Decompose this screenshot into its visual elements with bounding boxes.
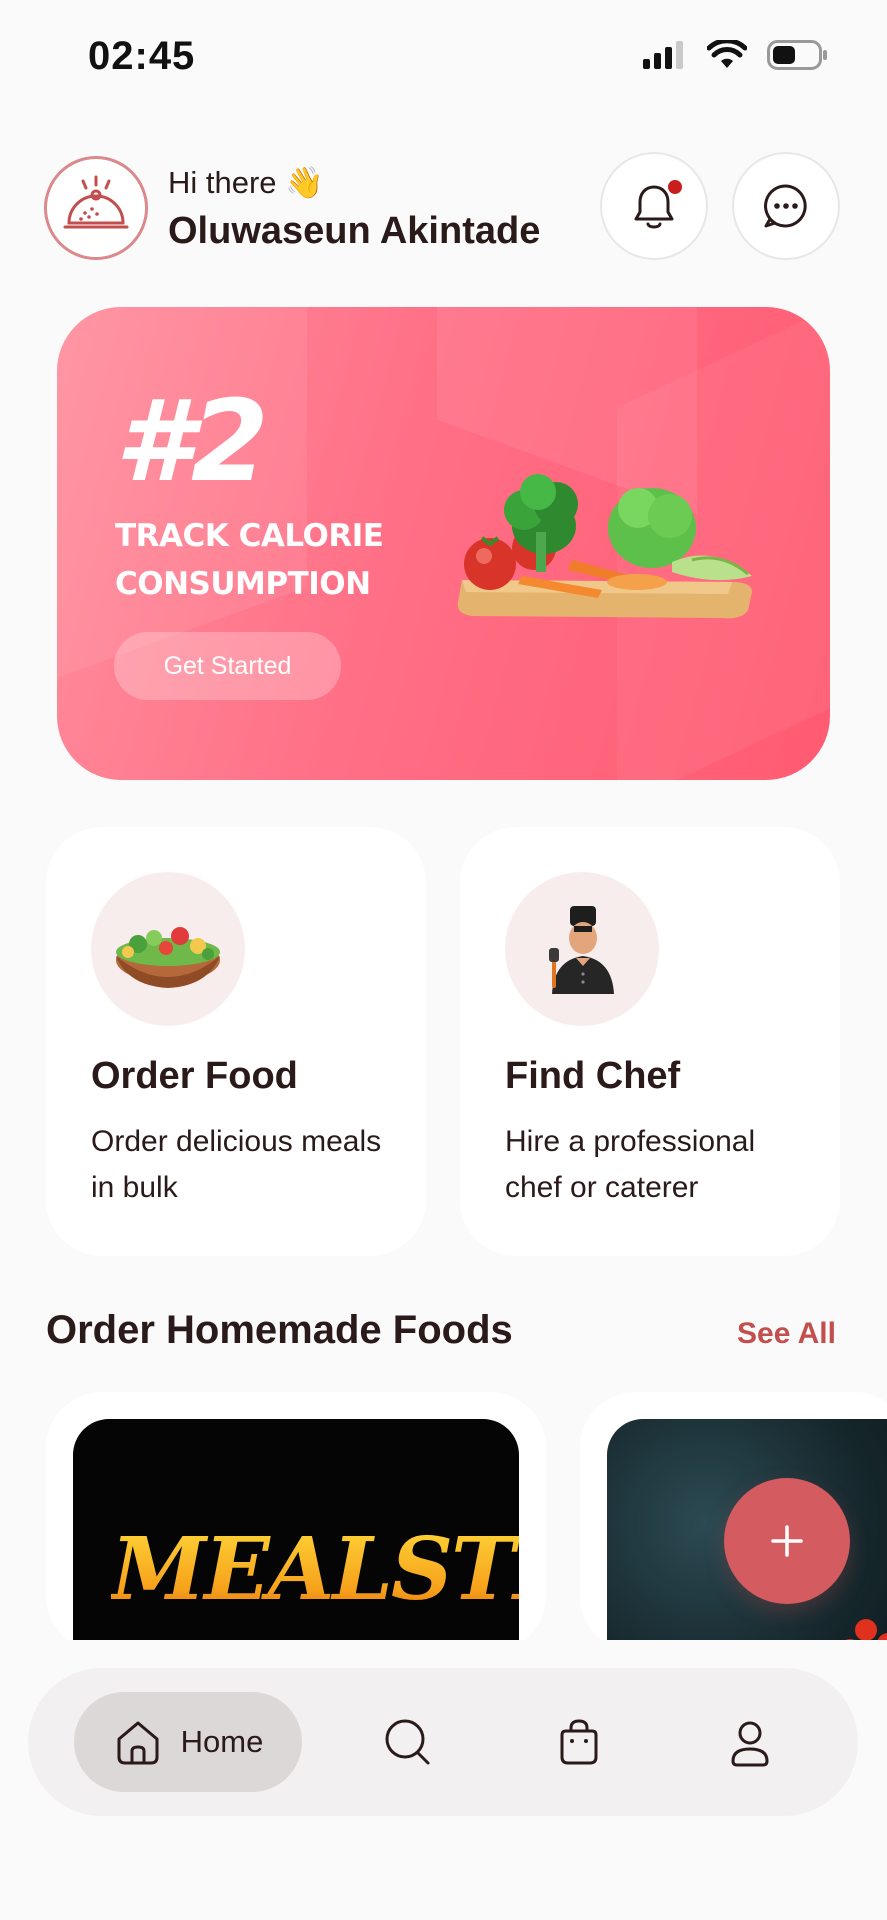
find-chef-card[interactable]: Find Chef Hire a professional chef or ca…: [460, 827, 840, 1256]
order-food-title: Order Food: [91, 1055, 298, 1097]
nav-home[interactable]: Home: [74, 1692, 302, 1792]
cellular-signal-icon: [643, 41, 683, 69]
chat-bubble-icon: [764, 184, 807, 228]
search-icon: [385, 1719, 430, 1765]
plus-icon: [771, 1525, 803, 1557]
find-chef-title: Find Chef: [505, 1055, 681, 1097]
profile-icon: [731, 1721, 769, 1767]
battery-icon: [767, 40, 827, 70]
user-name: Oluwaseun Akintade: [168, 210, 541, 252]
add-button[interactable]: [724, 1478, 850, 1604]
bottom-nav: Home: [28, 1668, 858, 1816]
chef-avatar-icon: [505, 872, 659, 1026]
find-chef-description: Hire a professional chef or caterer: [505, 1125, 756, 1204]
notifications-button[interactable]: [600, 152, 708, 260]
messages-button[interactable]: [732, 152, 840, 260]
salad-bowl-icon: [91, 872, 245, 1026]
homemade-food-card[interactable]: MEALSTICKK: [46, 1392, 546, 1652]
vegetables-illustration: [457, 474, 752, 619]
banner-title: TRACK CALORIE CONSUMPTION: [115, 518, 384, 602]
section-title: Order Homemade Foods: [46, 1308, 513, 1352]
nav-orders[interactable]: [529, 1692, 629, 1792]
see-all-link[interactable]: See All: [737, 1317, 836, 1351]
notification-dot: [668, 180, 682, 194]
nav-profile[interactable]: [700, 1692, 800, 1792]
cloche-icon: [63, 175, 129, 229]
vendor-image: MEALSTICKK: [73, 1419, 519, 1652]
promo-banner[interactable]: #2 TRACK CALORIE CONSUMPTION Get Started: [57, 307, 830, 780]
order-food-card[interactable]: Order Food Order delicious meals in bulk: [46, 827, 426, 1256]
nav-home-label: Home: [180, 1724, 264, 1759]
bag-icon: [560, 1719, 598, 1765]
vendor-brand-text: MEALSTICKK: [111, 1519, 519, 1620]
home-icon: [117, 1721, 159, 1765]
status-icons: [643, 40, 829, 70]
nav-search[interactable]: [358, 1692, 458, 1792]
get-started-button[interactable]: Get Started: [114, 632, 341, 700]
greeting-text: Hi there 👋: [168, 165, 324, 200]
status-bar: 02:45: [0, 0, 887, 120]
app-logo: [44, 156, 148, 260]
banner-number: #2: [115, 377, 269, 507]
status-time: 02:45: [88, 34, 196, 78]
wifi-icon: [707, 40, 747, 68]
order-food-description: Order delicious meals in bulk: [91, 1125, 382, 1204]
